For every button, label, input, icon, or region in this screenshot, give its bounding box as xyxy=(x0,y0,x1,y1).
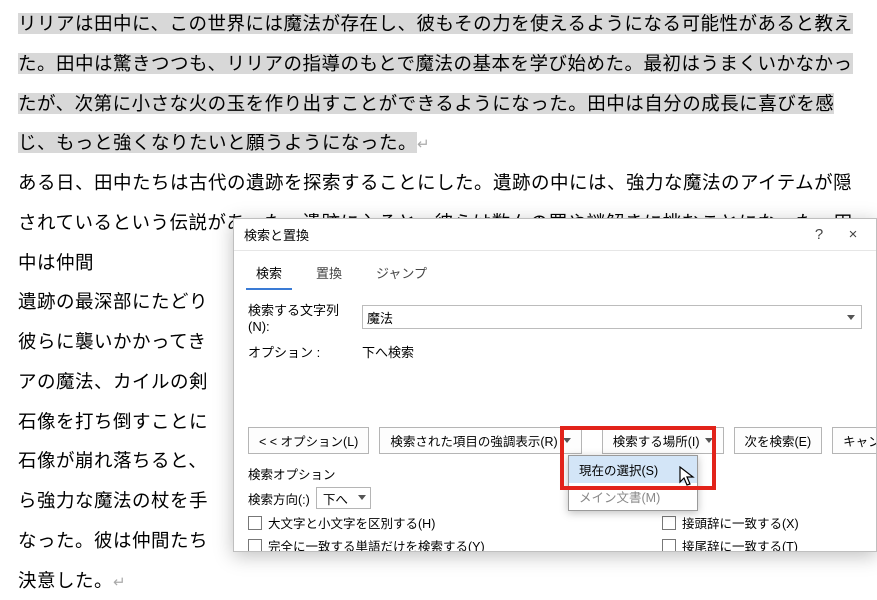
body-text[interactable]: アの魔法、カイルの剣 xyxy=(18,371,208,392)
match-suffix-label: 接尾辞に一致する(T) xyxy=(682,536,798,552)
match-case-checkbox[interactable] xyxy=(248,516,262,530)
search-in-menu: 現在の選択(S) メイン文書(M) xyxy=(568,455,698,511)
find-next-button[interactable]: 次を検索(E) xyxy=(734,427,823,454)
direction-select[interactable]: 下へ xyxy=(316,487,371,509)
cancel-button[interactable]: キャンセル xyxy=(832,427,877,454)
chevron-down-icon xyxy=(563,438,571,443)
paragraph-mark: ↵ xyxy=(417,136,430,153)
options-value: 下へ検索 xyxy=(362,342,862,361)
match-prefix-checkbox[interactable] xyxy=(662,516,676,530)
match-case-label: 大文字と小文字を区別する(H) xyxy=(268,513,435,532)
tab-search[interactable]: 検索 xyxy=(246,259,292,290)
tab-jump[interactable]: ジャンプ xyxy=(366,259,437,290)
find-label: 検索する文字列(N): xyxy=(248,300,356,334)
direction-value: 下へ xyxy=(323,489,348,508)
whole-word-label: 完全に一致する単語だけを検索する(Y) xyxy=(268,536,485,552)
dialog-titlebar[interactable]: 検索と置換 ? × xyxy=(234,219,876,251)
body-text[interactable]: ら強力な魔法の杖を手 xyxy=(18,490,208,511)
menu-item-current-selection[interactable]: 現在の選択(S) xyxy=(569,456,697,483)
help-button[interactable]: ? xyxy=(802,221,836,249)
match-prefix-label: 接頭辞に一致する(X) xyxy=(682,513,799,532)
tab-replace[interactable]: 置換 xyxy=(306,259,352,290)
body-text[interactable]: 遺跡の最深部にたどり xyxy=(18,291,208,312)
body-text[interactable]: なった。彼は仲間たち xyxy=(18,530,208,551)
less-options-button[interactable]: < < オプション(L) xyxy=(248,427,369,454)
reading-highlight-button[interactable]: 検索された項目の強調表示(R) xyxy=(379,427,581,454)
close-button[interactable]: × xyxy=(836,221,870,249)
body-text[interactable]: 石像が崩れ落ちると、 xyxy=(18,450,207,471)
dialog-button-row: < < オプション(L) 検索された項目の強調表示(R) 検索する場所(I) 次… xyxy=(234,423,876,460)
find-input[interactable]: 魔法 xyxy=(362,305,862,329)
whole-word-checkbox[interactable] xyxy=(248,539,262,553)
body-text[interactable]: 彼らに襲いかかってき xyxy=(18,331,207,352)
chevron-down-icon xyxy=(354,493,368,504)
body-text[interactable]: 決意した。 xyxy=(18,570,113,591)
menu-item-main-document[interactable]: メイン文書(M) xyxy=(569,483,697,510)
paragraph-mark: ↵ xyxy=(113,574,126,591)
dialog-tabs: 検索 置換 ジャンプ xyxy=(234,251,876,290)
selected-text[interactable]: リリアは田中に、この世界には魔法が存在し、彼もその力を使えるようになる可能性があ… xyxy=(18,13,853,153)
search-in-button[interactable]: 検索する場所(I) xyxy=(602,427,724,454)
find-replace-dialog: 検索と置換 ? × 検索 置換 ジャンプ 検索する文字列(N): 魔法 オプショ… xyxy=(233,218,877,552)
search-options-header: 検索オプション xyxy=(234,460,876,485)
body-text[interactable]: 石像を打ち倒すことに xyxy=(18,411,208,432)
direction-label: 検索方向(:) xyxy=(248,489,310,508)
options-label: オプション : xyxy=(248,342,356,361)
find-input-value: 魔法 xyxy=(367,308,841,327)
find-history-dropdown-icon[interactable] xyxy=(841,311,857,323)
chevron-down-icon xyxy=(705,438,713,443)
match-suffix-checkbox[interactable] xyxy=(662,539,676,553)
dialog-title: 検索と置換 xyxy=(244,225,802,244)
